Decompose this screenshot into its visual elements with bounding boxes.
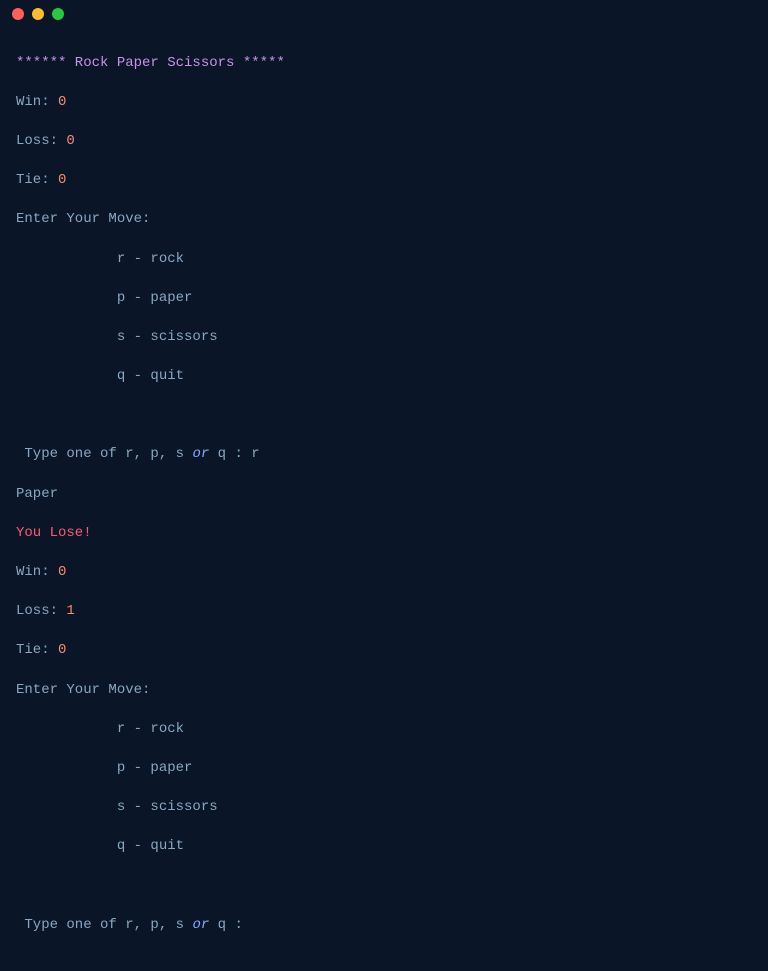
option-paper-2: p - paper: [16, 759, 752, 779]
enter-move-label-2: Enter Your Move:: [16, 681, 752, 701]
prompt-line-2: Type one of r, p, s or q :: [16, 916, 752, 936]
loss-value: 0: [66, 133, 74, 149]
tie-line: Tie: 0: [16, 171, 752, 191]
close-icon[interactable]: [12, 8, 24, 20]
win-line: Win: 0: [16, 93, 752, 113]
game-title: ****** Rock Paper Scissors *****: [16, 54, 752, 74]
loss-line: Loss: 0: [16, 132, 752, 152]
minimize-icon[interactable]: [32, 8, 44, 20]
option-quit: q - quit: [16, 367, 752, 387]
or-word: or: [192, 446, 209, 462]
maximize-icon[interactable]: [52, 8, 64, 20]
tie-value-2: 0: [58, 642, 66, 658]
terminal-output[interactable]: ****** Rock Paper Scissors ***** Win: 0 …: [0, 28, 768, 971]
option-paper: p - paper: [16, 289, 752, 309]
loss-value-2: 1: [66, 603, 74, 619]
prompt-line: Type one of r, p, s or q : r: [16, 445, 752, 465]
blank-line: [16, 406, 752, 426]
option-quit-2: q - quit: [16, 837, 752, 857]
tie-value: 0: [58, 172, 66, 188]
option-scissors: s - scissors: [16, 328, 752, 348]
result-text: You Lose!: [16, 524, 752, 544]
computer-move: Paper: [16, 485, 752, 505]
option-scissors-2: s - scissors: [16, 798, 752, 818]
option-rock-2: r - rock: [16, 720, 752, 740]
enter-move-label: Enter Your Move:: [16, 210, 752, 230]
or-word-2: or: [192, 917, 209, 933]
blank-line-2: [16, 877, 752, 897]
win-line-2: Win: 0: [16, 563, 752, 583]
tie-line-2: Tie: 0: [16, 641, 752, 661]
option-rock: r - rock: [16, 250, 752, 270]
win-value: 0: [58, 94, 66, 110]
loss-line-2: Loss: 1: [16, 602, 752, 622]
user-input: r: [251, 446, 259, 462]
win-value-2: 0: [58, 564, 66, 580]
window-titlebar: [0, 0, 768, 28]
